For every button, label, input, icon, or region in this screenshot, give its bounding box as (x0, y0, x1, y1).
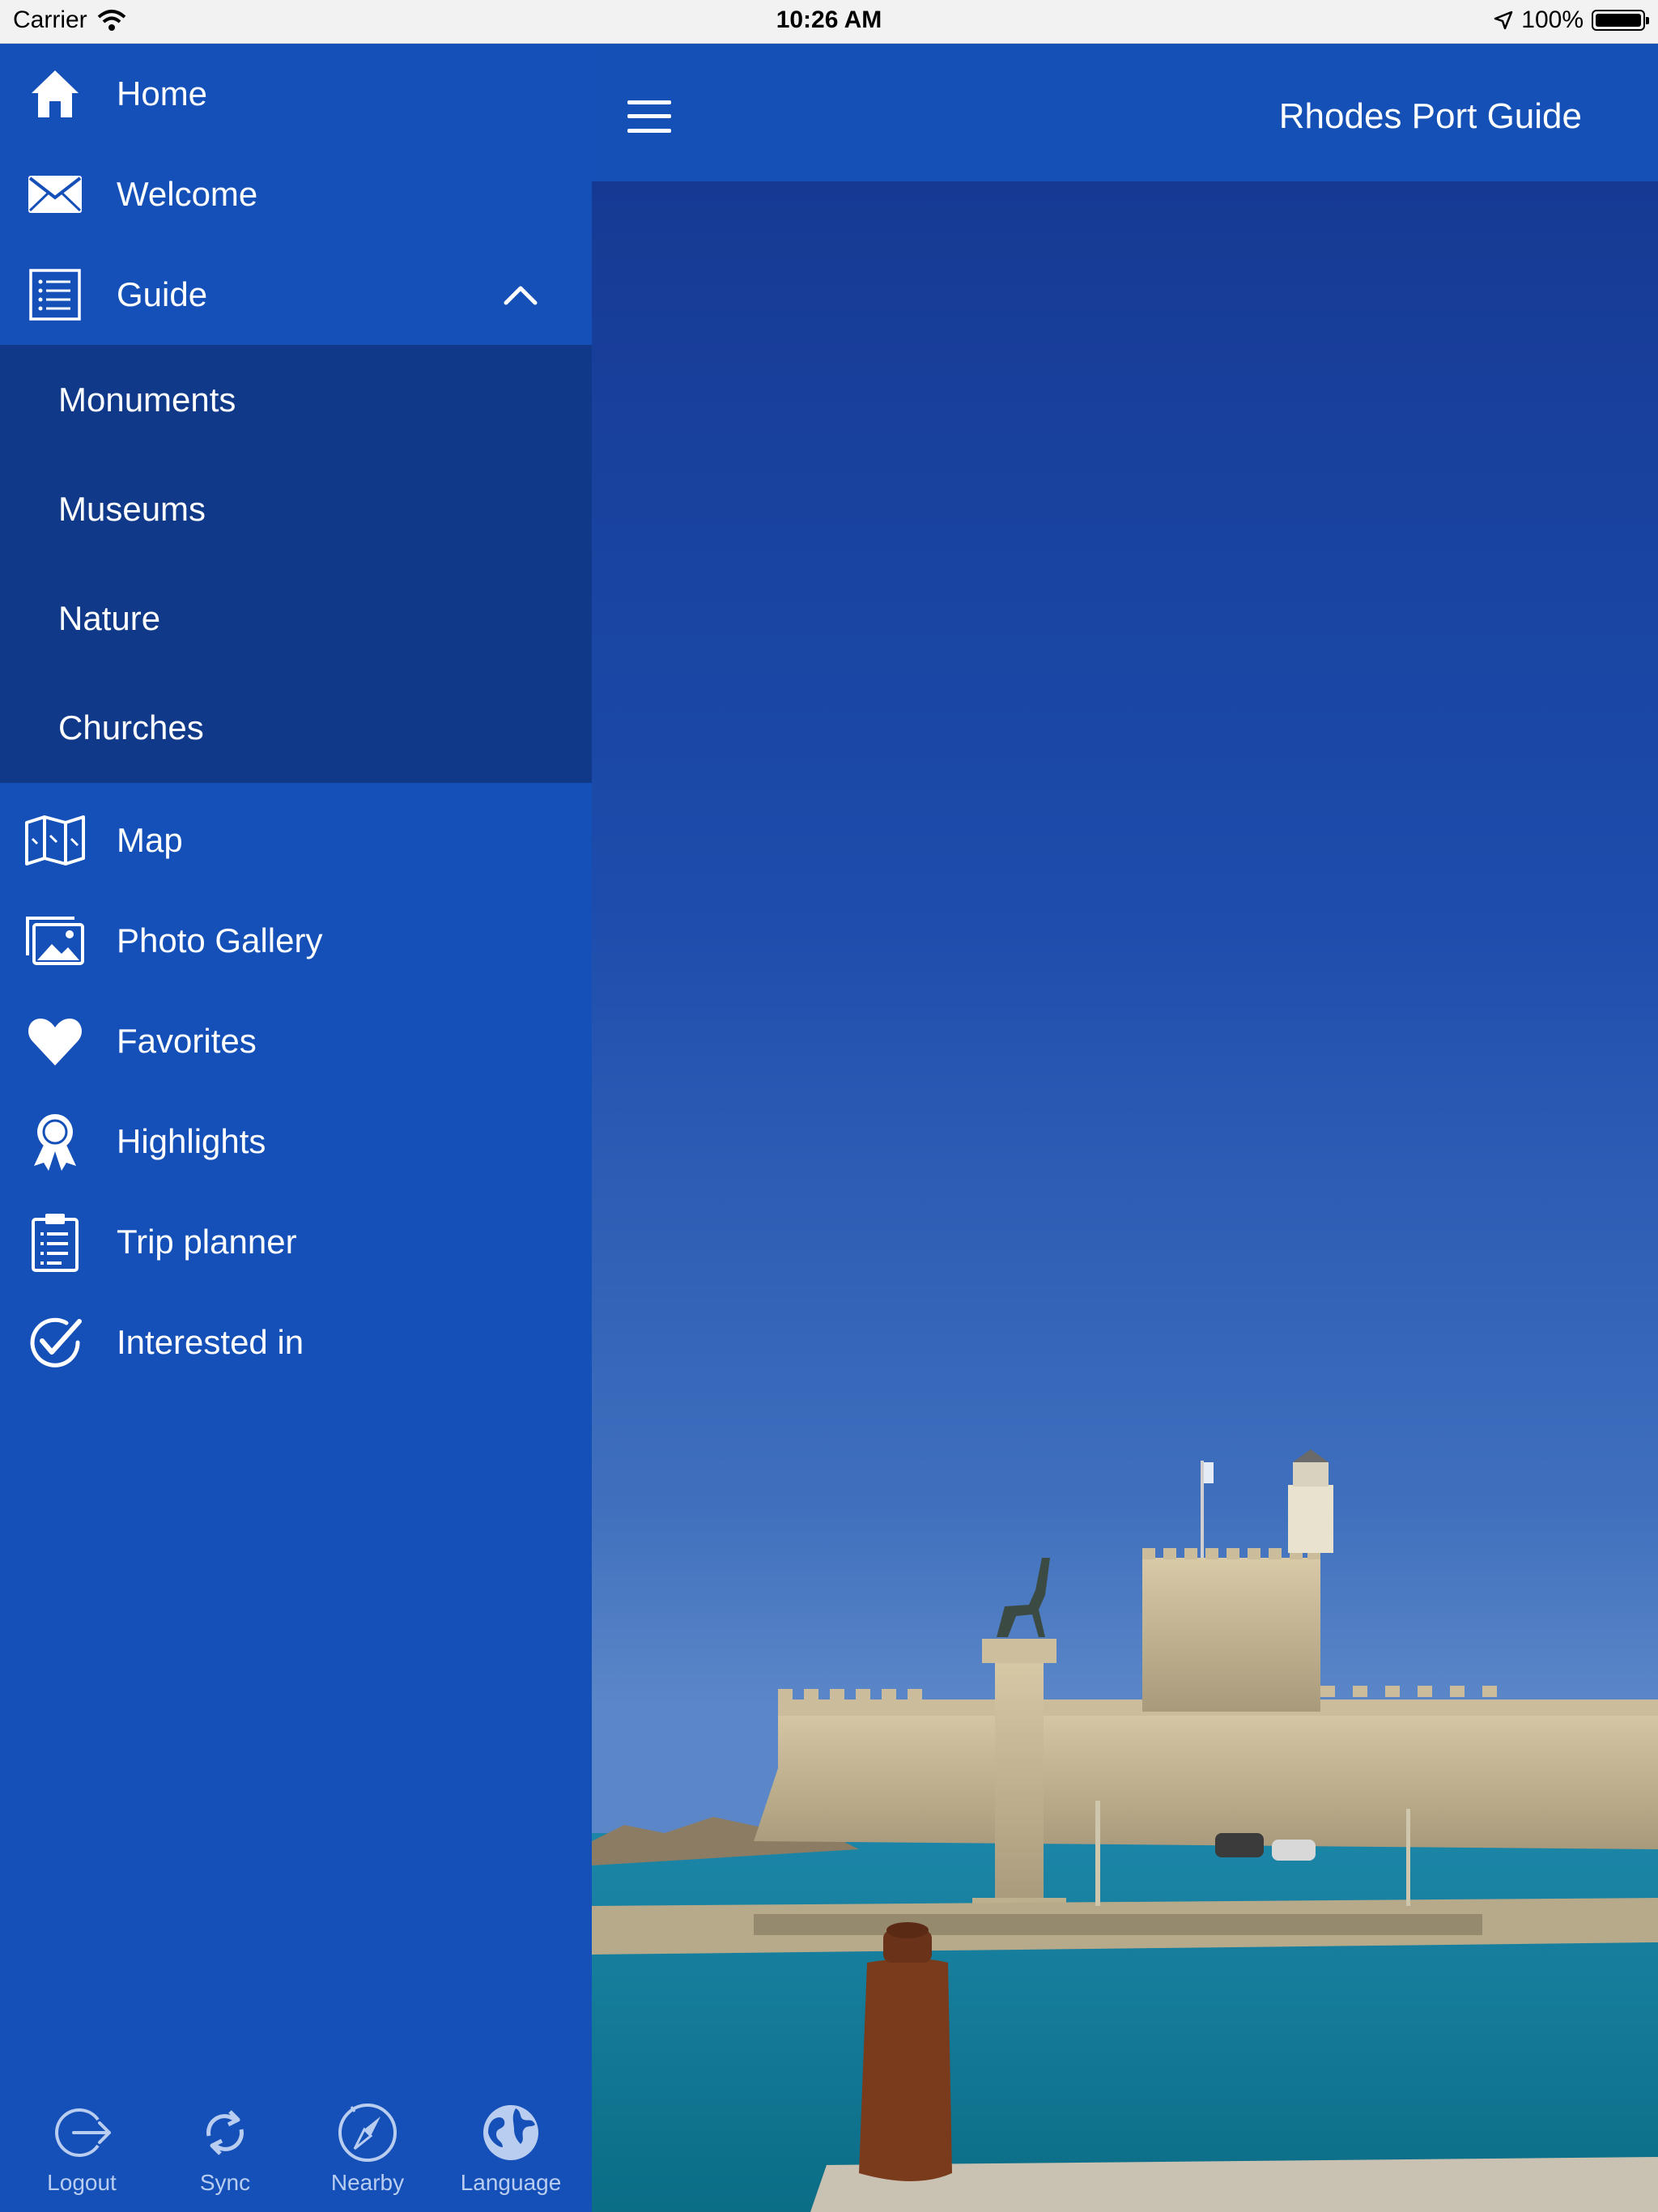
menu-item-favorites[interactable]: Favorites (0, 991, 592, 1091)
page-title: Rhodes Port Guide (1278, 96, 1582, 136)
home-icon (24, 63, 86, 125)
submenu-item-monuments[interactable]: Monuments (0, 345, 592, 454)
sync-label: Sync (199, 2170, 251, 2195)
guide-submenu: Monuments Museums Nature Churches (0, 345, 592, 783)
status-time: 10:26 AM (776, 6, 882, 33)
clipboard-icon (24, 1211, 86, 1273)
menu-item-label: Welcome (117, 175, 258, 213)
rhodes-harbour-photo (592, 181, 1658, 2212)
status-right: 100% (1494, 6, 1649, 34)
nearby-button[interactable]: Nearby (311, 2100, 424, 2196)
submenu-item-label: Churches (58, 708, 204, 747)
nearby-label: Nearby (330, 2170, 405, 2195)
logout-button[interactable]: Logout (25, 2100, 138, 2196)
top-navigation-bar: Rhodes Port Guide (592, 44, 1658, 181)
location-arrow-icon (1494, 11, 1513, 30)
menu-item-highlights[interactable]: Highlights (0, 1091, 592, 1192)
submenu-item-churches[interactable]: Churches (0, 673, 592, 782)
menu-item-label: Home (117, 74, 208, 113)
award-ribbon-icon (24, 1111, 86, 1172)
submenu-item-museums[interactable]: Museums (0, 454, 592, 564)
language-label: Language (460, 2170, 562, 2195)
photo-gallery-icon (24, 910, 86, 972)
logout-label: Logout (47, 2170, 117, 2195)
menu-item-guide[interactable]: Guide (0, 245, 592, 345)
menu-item-label: Map (117, 821, 183, 859)
menu-item-label: Favorites (117, 1022, 257, 1060)
heart-icon (24, 1010, 86, 1072)
submenu-item-label: Monuments (58, 380, 236, 419)
menu-item-welcome[interactable]: Welcome (0, 144, 592, 245)
envelope-icon (24, 164, 86, 225)
main-content: Rhodes Port Guide (592, 44, 1658, 2212)
menu-item-interested-in[interactable]: Interested in (0, 1292, 592, 1393)
check-circle-icon (24, 1312, 86, 1373)
sidebar-bottom-bar: Logout Sync Nearby Language (0, 2084, 592, 2212)
menu-item-label: Interested in (117, 1323, 304, 1361)
list-icon (24, 264, 86, 325)
chevron-up-icon[interactable] (502, 283, 539, 307)
language-button[interactable]: Language (454, 2100, 568, 2196)
logout-icon (55, 2108, 111, 2157)
submenu-item-label: Museums (58, 489, 206, 528)
menu-item-trip-planner[interactable]: Trip planner (0, 1192, 592, 1292)
menu-item-map[interactable]: Map (0, 790, 592, 891)
hamburger-icon[interactable] (627, 100, 671, 133)
menu-item-label: Trip planner (117, 1223, 297, 1261)
battery-icon (1592, 10, 1649, 31)
globe-icon (483, 2105, 538, 2160)
submenu-item-nature[interactable]: Nature (0, 564, 592, 673)
status-bar: Carrier 10:26 AM 100% (0, 0, 1658, 44)
battery-level (1596, 14, 1641, 27)
map-icon (24, 810, 86, 871)
menu-item-home[interactable]: Home (0, 44, 592, 144)
compass-icon (338, 2104, 397, 2162)
menu-item-label: Photo Gallery (117, 921, 323, 959)
battery-percentage: 100% (1521, 6, 1584, 33)
sync-button[interactable]: Sync (168, 2100, 282, 2196)
menu-item-label: Guide (117, 275, 208, 313)
menu-item-photo-gallery[interactable]: Photo Gallery (0, 891, 592, 991)
submenu-item-label: Nature (58, 598, 161, 637)
menu-item-label: Highlights (117, 1122, 266, 1160)
side-menu: Home Welcome Guide Monuments Museums Nat… (0, 44, 592, 2212)
sync-icon (206, 2110, 244, 2155)
